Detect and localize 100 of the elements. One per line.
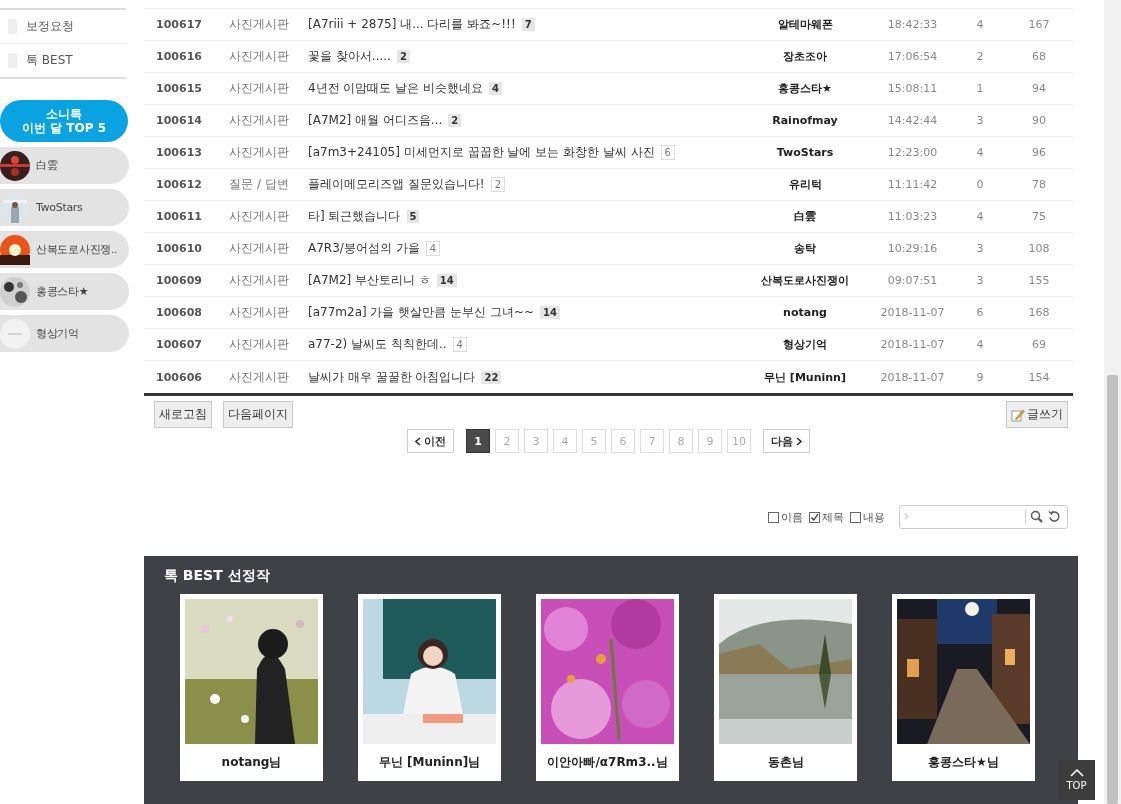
post-time: 12:23:00 xyxy=(886,146,939,159)
post-author[interactable]: 산복도로사진쟁이 xyxy=(740,273,870,288)
post-title-link[interactable]: 꽃을 찾아서..... xyxy=(308,48,391,65)
vote-count: 3 xyxy=(975,274,985,287)
vote-count: 3 xyxy=(975,242,985,255)
post-category: 사진게시판 xyxy=(228,80,290,97)
post-author[interactable]: 홍콩스타★ xyxy=(740,81,870,96)
checkbox[interactable] xyxy=(850,511,861,523)
post-title-link[interactable]: 날씨가 매우 꿀꿀한 아침입니다 xyxy=(308,368,476,386)
photo-card[interactable]: 무닌 [Muninn]님 xyxy=(358,594,501,781)
page-number-button[interactable]: 1 xyxy=(466,429,490,453)
post-category: 질문 / 답변 xyxy=(228,176,290,193)
checkbox[interactable] xyxy=(768,511,779,523)
member-item[interactable]: 형상기억 xyxy=(0,315,129,352)
post-author[interactable]: TwoStars xyxy=(740,146,870,159)
member-item[interactable]: 산복도로사진쟁.. xyxy=(0,231,129,268)
post-author[interactable]: 형상기억 xyxy=(740,337,870,352)
caret-icon xyxy=(904,513,909,520)
post-category: 사진게시판 xyxy=(228,112,290,129)
post-number: 100612 xyxy=(155,178,203,191)
comment-count: 2 xyxy=(448,114,462,127)
post-time: 09:07:51 xyxy=(886,274,939,287)
photo-card[interactable]: 동촌님 xyxy=(714,594,857,781)
member-item[interactable]: 白雲 xyxy=(0,147,129,184)
scrollbar-thumb[interactable] xyxy=(1107,375,1118,804)
action-button[interactable]: 새로고침 xyxy=(154,401,212,428)
search-icon[interactable] xyxy=(1030,510,1043,523)
post-author[interactable]: notang xyxy=(740,306,870,319)
photo-card[interactable]: 홍콩스타★님 xyxy=(892,594,1035,781)
photo-caption: 이안아빠/α7Rm3..님 xyxy=(546,754,669,771)
post-time: 17:06:54 xyxy=(886,50,939,63)
post-number: 100611 xyxy=(155,210,203,223)
vote-count: 4 xyxy=(975,210,985,223)
vote-count: 4 xyxy=(975,338,985,351)
post-title-link[interactable]: 플레이메모리즈앱 질문있습니다! xyxy=(308,176,485,193)
post-number: 100609 xyxy=(155,274,203,287)
back-to-top-button[interactable]: TOP xyxy=(1058,760,1095,800)
photo-card[interactable]: 이안아빠/α7Rm3..님 xyxy=(536,594,679,781)
previous-page-button[interactable]: 이전 xyxy=(407,429,454,453)
view-count: 96 xyxy=(1031,146,1047,159)
post-title-link[interactable]: a77-2) 날씨도 칙칙한데.. xyxy=(308,336,447,353)
post-title-link[interactable]: [A7M2] 부산토리니 ㅎ xyxy=(308,272,431,289)
comment-count: 4 xyxy=(489,82,503,95)
post-number: 100606 xyxy=(155,370,203,384)
comment-count: 5 xyxy=(406,210,420,223)
post-author[interactable]: 송탁 xyxy=(740,241,870,256)
view-count: 154 xyxy=(1027,370,1051,384)
post-time: 10:29:16 xyxy=(886,242,939,255)
next-page-button[interactable]: 다음 xyxy=(763,429,810,453)
post-time: 11:03:23 xyxy=(886,210,939,223)
chevron-left-icon xyxy=(415,436,421,446)
member-item[interactable]: 홍콩스타★ xyxy=(0,273,129,310)
reset-icon[interactable] xyxy=(1048,510,1061,523)
checkbox-label: 제목 xyxy=(822,509,844,525)
write-button[interactable]: 글쓰기 xyxy=(1006,401,1068,428)
post-time: 2018-11-07 xyxy=(879,370,946,384)
post-number: 100607 xyxy=(155,338,203,351)
post-author[interactable]: 유리턱 xyxy=(740,177,870,192)
view-count: 167 xyxy=(1027,18,1051,31)
chevron-right-icon xyxy=(796,436,802,446)
post-title-link[interactable]: 타] 퇴근했습니다 xyxy=(308,208,401,225)
post-author[interactable]: Rainofmay xyxy=(740,114,870,127)
post-title-link[interactable]: [A7M2] 애월 어디즈음... xyxy=(308,112,443,129)
photo-card[interactable]: notang님 xyxy=(180,594,323,781)
vote-count: 3 xyxy=(975,114,985,127)
post-category: 사진게시판 xyxy=(228,304,290,321)
post-title-link[interactable]: [A7riii + 2875] 내... 다리를 봐죠~!!! xyxy=(308,16,516,33)
sidebar-menu-item[interactable]: 보정요청 xyxy=(0,10,126,43)
post-author[interactable]: 알테마웨폰 xyxy=(740,17,870,32)
sidebar-menu-item[interactable]: 톡 BEST xyxy=(0,43,126,77)
member-item[interactable]: TwoStars xyxy=(0,189,129,226)
action-button[interactable]: 다음페이지 xyxy=(223,401,293,428)
comment-count: 14 xyxy=(540,306,560,319)
checkbox-label: 내용 xyxy=(863,509,885,525)
vote-count: 6 xyxy=(975,306,985,319)
post-time: 15:08:11 xyxy=(886,82,939,95)
post-author[interactable]: 무닌 [Muninn] xyxy=(740,369,870,385)
post-time: 14:42:44 xyxy=(886,114,939,127)
comment-count: 2 xyxy=(396,50,410,63)
photo-caption: notang님 xyxy=(220,754,283,771)
top5-heading: 소니톡 이번 달 TOP 5 xyxy=(0,100,128,142)
post-category: 사진게시판 xyxy=(228,208,290,225)
search-field[interactable] xyxy=(899,505,1068,529)
post-title-link[interactable]: [a77m2a] 가을 햇살만큼 눈부신 그녀~~ xyxy=(308,304,535,321)
post-number: 100613 xyxy=(155,146,203,159)
post-author[interactable]: 白雲 xyxy=(740,209,870,224)
post-number: 100615 xyxy=(155,82,203,95)
view-count: 155 xyxy=(1027,274,1051,287)
photo-caption: 홍콩스타★님 xyxy=(927,754,1000,771)
post-title-link[interactable]: 4년전 이맘때도 날은 비슷했네요 xyxy=(308,80,484,97)
view-count: 90 xyxy=(1031,114,1047,127)
checkbox[interactable] xyxy=(809,511,820,523)
comment-count: 2 xyxy=(490,177,505,192)
vote-count: 4 xyxy=(975,18,985,31)
comment-count: 14 xyxy=(436,274,457,287)
post-title-link[interactable]: [a7m3+24105] 미세먼지로 꿉꿉한 날에 보는 화창한 날씨 사진 xyxy=(308,144,655,161)
post-author[interactable]: 장초조아 xyxy=(740,49,870,64)
post-category: 사진게시판 xyxy=(228,368,290,386)
post-title-link[interactable]: A7R3/붕어섬의 가을 xyxy=(308,240,420,257)
view-count: 68 xyxy=(1031,50,1047,63)
